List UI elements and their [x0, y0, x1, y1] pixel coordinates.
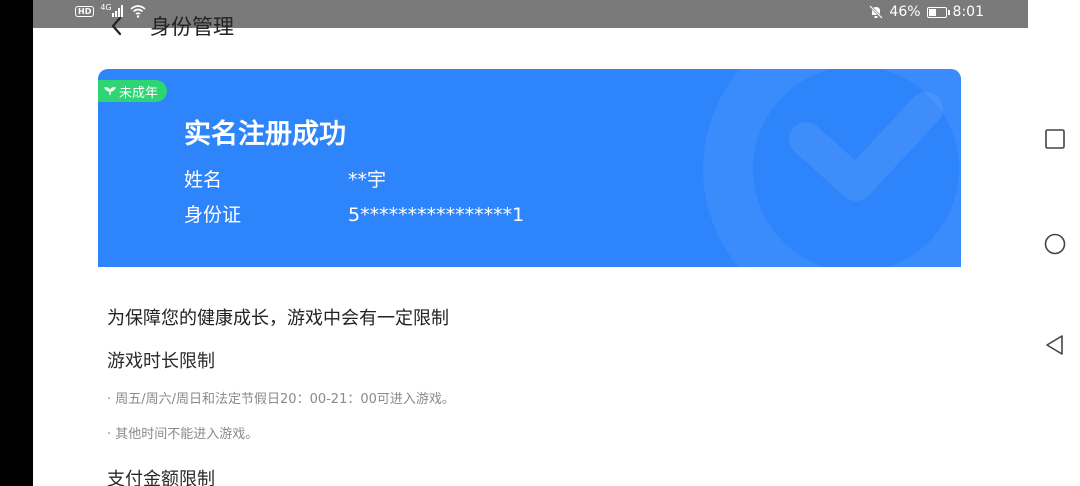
- playtime-rule-1: · 周五/周六/周日和法定节假日20：00-21：00可进入游戏。: [107, 392, 455, 407]
- circle-icon[interactable]: [1044, 233, 1066, 255]
- page-title: 身份管理: [150, 15, 234, 39]
- id-row: 身份证 5****************1: [184, 202, 524, 228]
- registration-status: 实名注册成功: [184, 119, 346, 150]
- restriction-intro: 为保障您的健康成长，游戏中会有一定限制: [107, 308, 449, 329]
- triangle-back-icon[interactable]: [1044, 334, 1066, 356]
- id-label: 身份证: [184, 204, 242, 226]
- playtime-section-title: 游戏时长限制: [107, 351, 215, 372]
- chevron-left-icon[interactable]: [105, 12, 129, 40]
- payment-section-title: 支付金额限制: [107, 469, 215, 486]
- name-row: 姓名 **宇: [184, 167, 386, 193]
- name-value: **宇: [348, 169, 387, 191]
- identity-card: 未成年 实名注册成功 姓名 **宇 身份证 5****************1: [98, 69, 961, 267]
- id-value: 5****************1: [348, 204, 525, 226]
- playtime-rule-2: · 其他时间不能进入游戏。: [107, 427, 259, 442]
- sprout-icon: [104, 87, 116, 95]
- check-circle-watermark-icon: [703, 69, 961, 267]
- square-icon[interactable]: [1044, 128, 1066, 150]
- app-window: HD 4G 46% 8:01 身份管理 未成年 实名注册成功 姓名 **宇 身份…: [33, 0, 1028, 486]
- name-label: 姓名: [184, 169, 223, 191]
- minor-badge-label: 未成年: [119, 85, 159, 101]
- system-nav-bar: [1028, 0, 1080, 486]
- minor-badge: 未成年: [98, 80, 168, 102]
- app-header: 身份管理: [33, 0, 1028, 56]
